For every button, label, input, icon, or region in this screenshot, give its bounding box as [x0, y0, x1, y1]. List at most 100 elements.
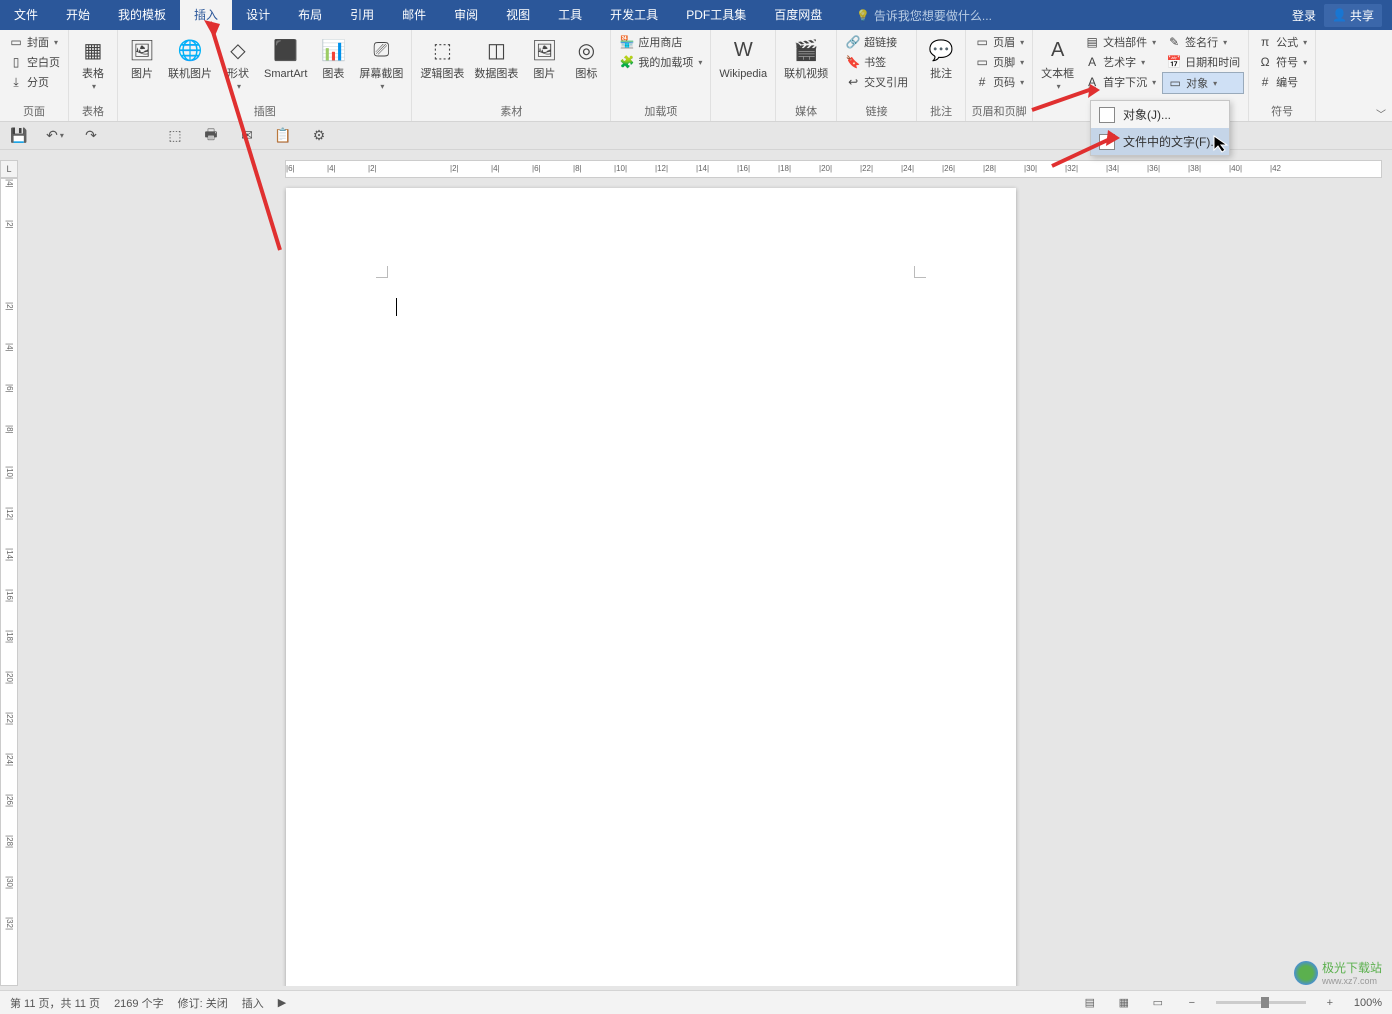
group-headerfooter: ▭页眉▾ ▭页脚▾ #页码▾ 页眉和页脚	[966, 30, 1033, 121]
wikipedia-button[interactable]: WWikipedia	[715, 32, 771, 82]
header-button[interactable]: ▭页眉▾	[970, 32, 1028, 52]
qat-btn-2[interactable]: 🖶	[202, 127, 220, 145]
share-icon: 👤	[1332, 8, 1347, 22]
ruler-corner: L	[0, 160, 18, 178]
symbol-button[interactable]: Ω符号▾	[1253, 52, 1311, 72]
cover-page-button[interactable]: ▭封面▾	[4, 32, 64, 52]
number-button[interactable]: #编号	[1253, 72, 1311, 92]
textbox-button[interactable]: A文本框▾	[1037, 32, 1078, 93]
equation-icon: π	[1257, 34, 1273, 50]
blank-page-button[interactable]: ▯空白页	[4, 52, 64, 72]
crossref-button[interactable]: ↩交叉引用	[841, 72, 912, 92]
crossref-icon: ↩	[845, 74, 861, 90]
redo-button[interactable]: ↷	[82, 127, 100, 145]
bookmark-icon: 🔖	[845, 54, 861, 70]
login-link[interactable]: 登录	[1292, 7, 1316, 24]
datetime-button[interactable]: 📅日期和时间	[1162, 52, 1244, 72]
logic-chart-button[interactable]: ⬚逻辑图表	[416, 32, 468, 82]
picture-button[interactable]: 🖼图片	[122, 32, 162, 82]
equation-button[interactable]: π公式▾	[1253, 32, 1311, 52]
watermark: 极光下载站 www.xz7.com	[1294, 959, 1382, 986]
bookmark-button[interactable]: 🔖书签	[841, 52, 912, 72]
tab-file[interactable]: 文件	[0, 0, 52, 30]
zoom-slider[interactable]	[1216, 1001, 1306, 1004]
document-page[interactable]	[286, 188, 1016, 986]
view-web-button[interactable]: ▭	[1148, 995, 1168, 1011]
group-label-comments: 批注	[921, 101, 961, 121]
document-canvas[interactable]	[18, 178, 1392, 986]
comment-button[interactable]: 💬批注	[921, 32, 961, 82]
tab-mytemplates[interactable]: 我的模板	[104, 0, 180, 30]
group-label-tables: 表格	[73, 101, 113, 121]
tab-developer[interactable]: 开发工具	[596, 0, 672, 30]
matpic-icon: 🖼	[528, 34, 560, 66]
tab-view[interactable]: 视图	[492, 0, 544, 30]
tab-references[interactable]: 引用	[336, 0, 388, 30]
tab-insert[interactable]: 插入	[180, 0, 232, 30]
watermark-logo-icon	[1294, 961, 1318, 985]
group-media: 🎬联机视频 媒体	[776, 30, 837, 121]
online-picture-button[interactable]: 🌐联机图片	[164, 32, 216, 82]
dropdown-text-from-file-item[interactable]: 文件中的文字(F)...	[1091, 128, 1229, 155]
group-addins: 🏪应用商店 🧩我的加载项▾ 加载项	[611, 30, 711, 121]
save-button[interactable]: 💾	[10, 127, 28, 145]
material-picture-button[interactable]: 🖼图片	[524, 32, 564, 82]
hyperlink-icon: 🔗	[845, 34, 861, 50]
qat-btn-3[interactable]: ✉	[238, 127, 256, 145]
share-button[interactable]: 👤共享	[1324, 4, 1382, 27]
qat-btn-1[interactable]: ⬚	[166, 127, 184, 145]
view-print-button[interactable]: ▦	[1114, 995, 1134, 1011]
table-button[interactable]: ▦表格▾	[73, 32, 113, 93]
tab-mail[interactable]: 邮件	[388, 0, 440, 30]
online-video-button[interactable]: 🎬联机视频	[780, 32, 832, 82]
vertical-ruler[interactable]: |4||2||2||4||6||8||10||12||14||16||18||2…	[0, 178, 18, 986]
tab-home[interactable]: 开始	[52, 0, 104, 30]
dropcap-button[interactable]: A̲首字下沉▾	[1080, 72, 1160, 92]
chart-button[interactable]: 📊图表	[313, 32, 353, 82]
smartart-button[interactable]: ⬛SmartArt	[260, 32, 311, 82]
tell-me-search[interactable]: 告诉我您想要做什么...	[836, 7, 992, 24]
tab-design[interactable]: 设计	[232, 0, 284, 30]
header-icon: ▭	[974, 34, 990, 50]
object-button[interactable]: ▭对象▾	[1162, 72, 1244, 94]
tab-pdf[interactable]: PDF工具集	[672, 0, 760, 30]
zoom-out-button[interactable]: −	[1182, 995, 1202, 1011]
zoom-level[interactable]: 100%	[1354, 997, 1382, 1009]
store-button[interactable]: 🏪应用商店	[615, 32, 706, 52]
page-break-button[interactable]: ⤓分页	[4, 72, 64, 92]
tab-layout[interactable]: 布局	[284, 0, 336, 30]
status-words[interactable]: 2169 个字	[114, 995, 164, 1011]
tab-baidu[interactable]: 百度网盘	[760, 0, 836, 30]
zoom-in-button[interactable]: +	[1320, 995, 1340, 1011]
undo-button[interactable]: ↶▾	[46, 127, 64, 145]
screenshot-button[interactable]: ⎚屏幕截图▾	[355, 32, 407, 93]
status-macro-icon[interactable]: ▶	[278, 996, 286, 1009]
myaddins-button[interactable]: 🧩我的加载项▾	[615, 52, 706, 72]
data-chart-button[interactable]: ◫数据图表	[470, 32, 522, 82]
signature-button[interactable]: ✎签名行▾	[1162, 32, 1244, 52]
group-label-wiki	[715, 105, 771, 121]
wordart-button[interactable]: A艺术字▾	[1080, 52, 1160, 72]
parts-button[interactable]: ▤文档部件▾	[1080, 32, 1160, 52]
horizontal-ruler[interactable]: |6||4||2||2||4||6||8||10||12||14||16||18…	[285, 160, 1382, 178]
icon-button[interactable]: ◎图标	[566, 32, 606, 82]
group-label-pages: 页面	[4, 101, 64, 121]
view-read-button[interactable]: ▤	[1080, 995, 1100, 1011]
qat-btn-5[interactable]: ⚙	[310, 127, 328, 145]
pagenum-button[interactable]: #页码▾	[970, 72, 1028, 92]
status-page[interactable]: 第 11 页，共 11 页	[10, 995, 100, 1011]
status-track[interactable]: 修订: 关闭	[178, 995, 228, 1011]
tab-review[interactable]: 审阅	[440, 0, 492, 30]
dropdown-object-item[interactable]: 对象(J)...	[1091, 101, 1229, 128]
group-symbols: π公式▾ Ω符号▾ #编号 符号	[1249, 30, 1316, 121]
dropcap-icon: A̲	[1084, 74, 1100, 90]
shapes-button[interactable]: ◇形状▾	[218, 32, 258, 93]
collapse-ribbon-button[interactable]: ﹀	[1376, 106, 1386, 121]
smartart-icon: ⬛	[270, 34, 302, 66]
footer-button[interactable]: ▭页脚▾	[970, 52, 1028, 72]
hyperlink-button[interactable]: 🔗超链接	[841, 32, 912, 52]
cover-icon: ▭	[8, 34, 24, 50]
qat-btn-4[interactable]: 📋	[274, 127, 292, 145]
tab-tools[interactable]: 工具	[544, 0, 596, 30]
status-mode[interactable]: 插入	[242, 995, 264, 1011]
